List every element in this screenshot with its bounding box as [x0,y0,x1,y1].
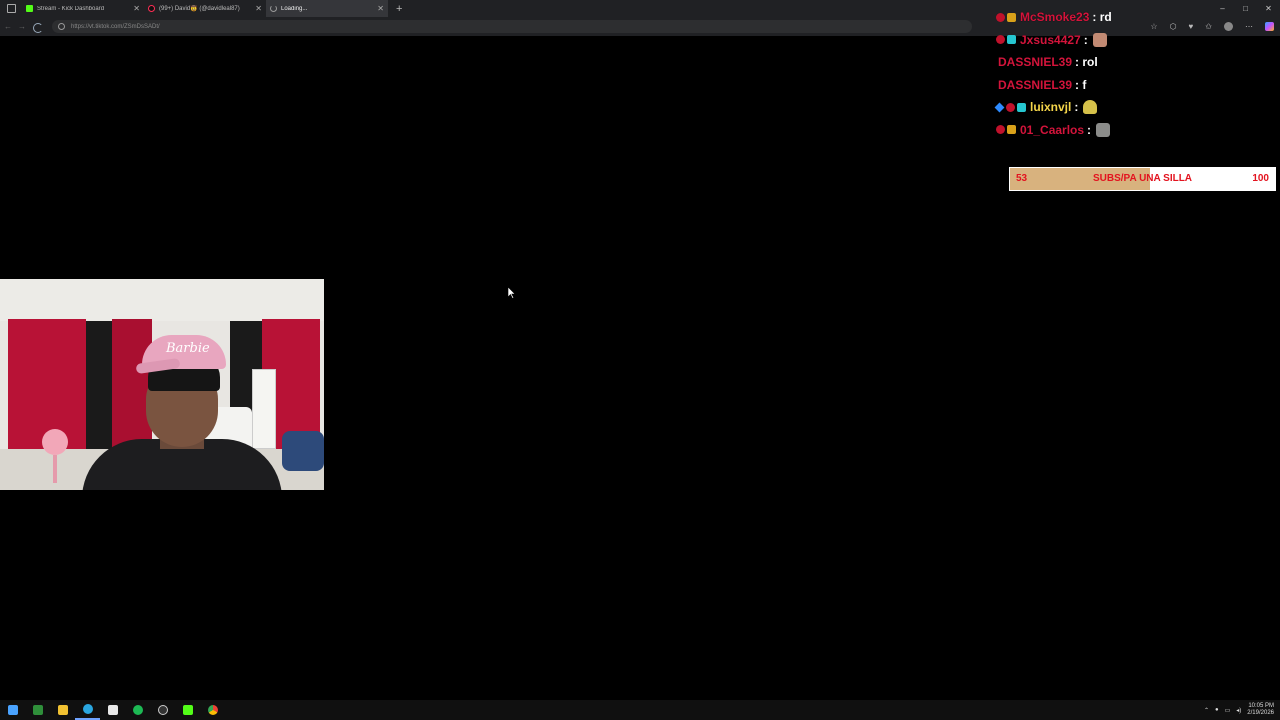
microphone-icon[interactable]: ● [1215,707,1219,713]
webcam-clothes [282,431,324,471]
tab-title: Loading... [281,5,308,12]
clock-date: 2/19/2026 [1247,710,1274,716]
volume-icon[interactable]: ◂) [1236,707,1241,714]
chat-message-text: : rd [1092,10,1112,25]
tiktok-icon [148,5,155,12]
back-icon[interactable]: ← [2,22,14,31]
gem-badge-icon [1017,102,1026,112]
status-badge-icon [996,125,1005,135]
chat-message: DASSNIEL39: f [996,74,1280,97]
close-tab-icon[interactable]: ✕ [133,4,140,13]
tab-title: (99+) David🤠 (@davidleal87) [159,6,240,12]
webcam-curtain [112,319,152,449]
chat-username[interactable]: DASSNIEL39 [998,78,1072,92]
chat-message: luixnvjl: [994,96,1280,119]
chat-emote-icon [1092,32,1107,47]
chat-message: Jxsus4427: [996,29,1280,52]
webcam-lamp [252,369,276,449]
windows-taskbar: ⌃ ● ▭ ◂) 10:05 PM 2/19/2026 [0,700,1280,720]
taskbar-clock[interactable]: 10:05 PM 2/19/2026 [1247,703,1274,717]
url-text: https://vt.tiktok.com/ZSmDsSADt/ [71,23,160,30]
chat-username[interactable]: 01_Caarlos [1020,123,1084,137]
crown-badge-icon [1007,125,1016,135]
cube-badge-icon [994,102,1005,113]
webcam-curtain [8,319,86,449]
chat-username[interactable]: McSmoke23 [1020,10,1089,24]
chat-overlay: McSmoke23: rd Jxsus4427: DASSNIEL39: rol DA… [994,6,1280,142]
crown-badge-icon [1007,12,1016,22]
edge-icon[interactable] [75,700,100,720]
webcam-fan [42,429,68,455]
new-tab-button[interactable]: + [396,3,402,15]
chat-message: McSmoke23: rd [996,6,1280,29]
gem-badge-icon [1007,35,1016,45]
goal-target: 100 [1252,173,1269,184]
tab-loading[interactable]: Loading... ✕ [266,0,388,17]
chat-message-text: : f [1075,77,1087,92]
notepad-icon[interactable] [100,700,125,720]
chat-message: 01_Caarlos: [996,119,1280,142]
kick-icon[interactable] [175,700,200,720]
mouse-cursor-icon [507,286,516,304]
clock-time: 10:05 PM [1248,703,1274,709]
tray-chevron-icon[interactable]: ⌃ [1204,707,1209,714]
status-badge-icon [996,35,1005,45]
terminal-icon[interactable] [25,700,50,720]
network-icon[interactable]: ▭ [1225,707,1231,714]
chat-username[interactable]: DASSNIEL39 [998,55,1072,69]
close-tab-icon[interactable]: ✕ [255,4,262,13]
spotify-icon[interactable] [125,700,150,720]
obs-icon[interactable] [150,700,175,720]
chrome-icon[interactable] [200,700,225,720]
tab-title: Stream - Kick Dashboard [37,5,105,12]
chat-username[interactable]: luixnvjl [1030,100,1071,114]
webcam-curtain-dark [86,321,112,449]
webcam-fan-stand [53,455,57,483]
site-info-icon[interactable] [58,23,65,30]
tab-tiktok[interactable]: (99+) David🤠 (@davidleal87) ✕ [144,0,266,17]
start-icon[interactable] [0,700,25,720]
file-explorer-icon[interactable] [50,700,75,720]
status-badge-icon [1006,102,1015,112]
page-loading-icon [33,23,43,33]
kick-icon [26,5,33,12]
forward-icon[interactable]: → [16,22,28,31]
cap-logo-text: Barbie [166,341,210,356]
chat-username[interactable]: Jxsus4427 [1020,33,1081,47]
webcam-feed: Barbie [0,279,324,490]
tab-actions-menu-icon[interactable] [0,0,22,17]
close-tab-icon[interactable]: ✕ [377,4,384,13]
system-tray: ⌃ ● ▭ ◂) 10:05 PM 2/19/2026 [1204,700,1274,720]
status-badge-icon [996,12,1005,22]
chat-message: DASSNIEL39: rol [996,51,1280,74]
goal-label: SUBS/PA UNA SILLA [1092,173,1193,184]
chat-emote-icon [1083,100,1098,115]
chat-message-text: : rol [1075,55,1098,70]
loading-icon [270,5,277,12]
chat-message-text: : [1087,122,1092,137]
address-bar[interactable]: https://vt.tiktok.com/ZSmDsSADt/ [52,20,972,33]
sub-goal-bar: 53 SUBS/PA UNA SILLA 100 [1009,167,1276,191]
webcam-ceiling [0,279,324,321]
chat-emote-icon [1096,122,1111,137]
chat-message-text: : [1074,100,1079,115]
tab-kick-dashboard[interactable]: Stream - Kick Dashboard ✕ [22,0,144,17]
chat-message-text: : [1083,32,1088,47]
